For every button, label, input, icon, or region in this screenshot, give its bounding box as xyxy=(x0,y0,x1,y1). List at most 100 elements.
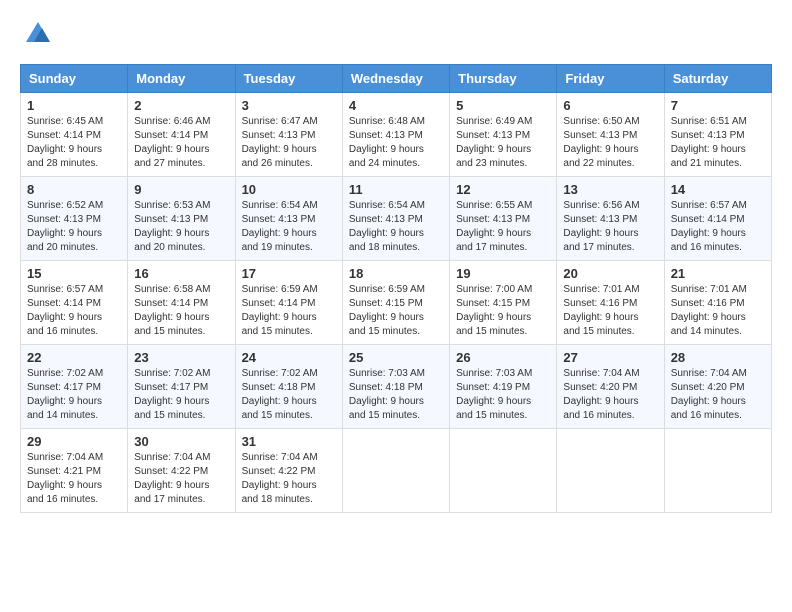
day-number: 25 xyxy=(349,350,443,365)
calendar-day-cell: 7 Sunrise: 6:51 AMSunset: 4:13 PMDaylight… xyxy=(664,93,771,177)
day-info: Sunrise: 7:01 AMSunset: 4:16 PMDaylight:… xyxy=(563,283,657,339)
calendar-week-row: 1 Sunrise: 6:45 AMSunset: 4:14 PMDaylight… xyxy=(21,93,772,177)
day-info: Sunrise: 6:59 AMSunset: 4:14 PMDaylight:… xyxy=(242,283,336,339)
day-number: 3 xyxy=(242,98,336,113)
day-number: 29 xyxy=(27,434,121,449)
day-number: 18 xyxy=(349,266,443,281)
day-number: 6 xyxy=(563,98,657,113)
day-number: 2 xyxy=(134,98,228,113)
day-info: Sunrise: 7:04 AMSunset: 4:21 PMDaylight:… xyxy=(27,451,121,507)
day-number: 17 xyxy=(242,266,336,281)
calendar-day-cell: 27 Sunrise: 7:04 AMSunset: 4:20 PMDayligh… xyxy=(557,345,664,429)
day-number: 11 xyxy=(349,182,443,197)
day-number: 22 xyxy=(27,350,121,365)
calendar-day-cell: 15 Sunrise: 6:57 AMSunset: 4:14 PMDayligh… xyxy=(21,261,128,345)
calendar-day-cell: 13 Sunrise: 6:56 AMSunset: 4:13 PMDayligh… xyxy=(557,177,664,261)
day-info: Sunrise: 6:55 AMSunset: 4:13 PMDaylight:… xyxy=(456,199,550,255)
day-info: Sunrise: 7:02 AMSunset: 4:18 PMDaylight:… xyxy=(242,367,336,423)
page-header xyxy=(20,20,772,48)
calendar-week-row: 15 Sunrise: 6:57 AMSunset: 4:14 PMDayligh… xyxy=(21,261,772,345)
day-info: Sunrise: 6:48 AMSunset: 4:13 PMDaylight:… xyxy=(349,115,443,171)
weekday-header: Wednesday xyxy=(342,65,449,93)
day-number: 7 xyxy=(671,98,765,113)
day-info: Sunrise: 6:53 AMSunset: 4:13 PMDaylight:… xyxy=(134,199,228,255)
calendar-day-cell: 31 Sunrise: 7:04 AMSunset: 4:22 PMDayligh… xyxy=(235,429,342,513)
calendar-week-row: 8 Sunrise: 6:52 AMSunset: 4:13 PMDaylight… xyxy=(21,177,772,261)
day-info: Sunrise: 6:59 AMSunset: 4:15 PMDaylight:… xyxy=(349,283,443,339)
weekday-header: Saturday xyxy=(664,65,771,93)
calendar-day-cell: 9Sunrise: 6:53 AMSunset: 4:13 PMDaylight… xyxy=(128,177,235,261)
calendar-day-cell: 11 Sunrise: 6:54 AMSunset: 4:13 PMDayligh… xyxy=(342,177,449,261)
day-info: Sunrise: 6:54 AMSunset: 4:13 PMDaylight:… xyxy=(349,199,443,255)
calendar-day-cell: 24 Sunrise: 7:02 AMSunset: 4:18 PMDayligh… xyxy=(235,345,342,429)
day-number: 24 xyxy=(242,350,336,365)
calendar-week-row: 22 Sunrise: 7:02 AMSunset: 4:17 PMDayligh… xyxy=(21,345,772,429)
day-info: Sunrise: 6:50 AMSunset: 4:13 PMDaylight:… xyxy=(563,115,657,171)
day-number: 19 xyxy=(456,266,550,281)
day-info: Sunrise: 7:02 AMSunset: 4:17 PMDaylight:… xyxy=(27,367,121,423)
calendar-day-cell: 5Sunrise: 6:49 AMSunset: 4:13 PMDaylight… xyxy=(450,93,557,177)
calendar-week-row: 29 Sunrise: 7:04 AMSunset: 4:21 PMDayligh… xyxy=(21,429,772,513)
weekday-header: Thursday xyxy=(450,65,557,93)
day-number: 16 xyxy=(134,266,228,281)
calendar-day-cell: 12Sunrise: 6:55 AMSunset: 4:13 PMDayligh… xyxy=(450,177,557,261)
day-number: 20 xyxy=(563,266,657,281)
calendar-header-row: SundayMondayTuesdayWednesdayThursdayFrid… xyxy=(21,65,772,93)
day-info: Sunrise: 7:04 AMSunset: 4:20 PMDaylight:… xyxy=(671,367,765,423)
day-number: 31 xyxy=(242,434,336,449)
day-info: Sunrise: 6:47 AMSunset: 4:13 PMDaylight:… xyxy=(242,115,336,171)
day-number: 13 xyxy=(563,182,657,197)
day-info: Sunrise: 6:54 AMSunset: 4:13 PMDaylight:… xyxy=(242,199,336,255)
day-number: 21 xyxy=(671,266,765,281)
calendar-day-cell xyxy=(557,429,664,513)
day-info: Sunrise: 6:46 AMSunset: 4:14 PMDaylight:… xyxy=(134,115,228,171)
day-info: Sunrise: 6:49 AMSunset: 4:13 PMDaylight:… xyxy=(456,115,550,171)
calendar-day-cell: 1 Sunrise: 6:45 AMSunset: 4:14 PMDaylight… xyxy=(21,93,128,177)
day-number: 28 xyxy=(671,350,765,365)
calendar-day-cell: 4 Sunrise: 6:48 AMSunset: 4:13 PMDaylight… xyxy=(342,93,449,177)
calendar-day-cell: 18 Sunrise: 6:59 AMSunset: 4:15 PMDayligh… xyxy=(342,261,449,345)
calendar-day-cell: 25 Sunrise: 7:03 AMSunset: 4:18 PMDayligh… xyxy=(342,345,449,429)
day-number: 27 xyxy=(563,350,657,365)
calendar-day-cell: 29 Sunrise: 7:04 AMSunset: 4:21 PMDayligh… xyxy=(21,429,128,513)
day-info: Sunrise: 7:04 AMSunset: 4:22 PMDaylight:… xyxy=(242,451,336,507)
day-info: Sunrise: 7:01 AMSunset: 4:16 PMDaylight:… xyxy=(671,283,765,339)
day-info: Sunrise: 7:03 AMSunset: 4:19 PMDaylight:… xyxy=(456,367,550,423)
calendar-day-cell: 30 Sunrise: 7:04 AMSunset: 4:22 PMDayligh… xyxy=(128,429,235,513)
calendar-day-cell: 16 Sunrise: 6:58 AMSunset: 4:14 PMDayligh… xyxy=(128,261,235,345)
day-info: Sunrise: 6:51 AMSunset: 4:13 PMDaylight:… xyxy=(671,115,765,171)
day-number: 15 xyxy=(27,266,121,281)
day-number: 10 xyxy=(242,182,336,197)
calendar-day-cell xyxy=(664,429,771,513)
day-number: 1 xyxy=(27,98,121,113)
day-info: Sunrise: 6:57 AMSunset: 4:14 PMDaylight:… xyxy=(671,199,765,255)
day-info: Sunrise: 6:57 AMSunset: 4:14 PMDaylight:… xyxy=(27,283,121,339)
day-number: 14 xyxy=(671,182,765,197)
day-number: 26 xyxy=(456,350,550,365)
calendar-day-cell: 6 Sunrise: 6:50 AMSunset: 4:13 PMDaylight… xyxy=(557,93,664,177)
calendar-day-cell: 20 Sunrise: 7:01 AMSunset: 4:16 PMDayligh… xyxy=(557,261,664,345)
calendar-day-cell: 2 Sunrise: 6:46 AMSunset: 4:14 PMDaylight… xyxy=(128,93,235,177)
day-number: 8 xyxy=(27,182,121,197)
weekday-header: Friday xyxy=(557,65,664,93)
calendar-day-cell: 21 Sunrise: 7:01 AMSunset: 4:16 PMDayligh… xyxy=(664,261,771,345)
calendar-day-cell: 10 Sunrise: 6:54 AMSunset: 4:13 PMDayligh… xyxy=(235,177,342,261)
day-number: 4 xyxy=(349,98,443,113)
calendar-table: SundayMondayTuesdayWednesdayThursdayFrid… xyxy=(20,64,772,513)
calendar-day-cell: 14 Sunrise: 6:57 AMSunset: 4:14 PMDayligh… xyxy=(664,177,771,261)
day-info: Sunrise: 6:56 AMSunset: 4:13 PMDaylight:… xyxy=(563,199,657,255)
calendar-day-cell: 28 Sunrise: 7:04 AMSunset: 4:20 PMDayligh… xyxy=(664,345,771,429)
day-number: 23 xyxy=(134,350,228,365)
calendar-day-cell xyxy=(450,429,557,513)
day-number: 30 xyxy=(134,434,228,449)
day-info: Sunrise: 7:04 AMSunset: 4:22 PMDaylight:… xyxy=(134,451,228,507)
day-info: Sunrise: 6:58 AMSunset: 4:14 PMDaylight:… xyxy=(134,283,228,339)
day-info: Sunrise: 6:52 AMSunset: 4:13 PMDaylight:… xyxy=(27,199,121,255)
calendar-day-cell: 8 Sunrise: 6:52 AMSunset: 4:13 PMDaylight… xyxy=(21,177,128,261)
calendar-day-cell: 22 Sunrise: 7:02 AMSunset: 4:17 PMDayligh… xyxy=(21,345,128,429)
day-info: Sunrise: 6:45 AMSunset: 4:14 PMDaylight:… xyxy=(27,115,121,171)
day-info: Sunrise: 7:00 AMSunset: 4:15 PMDaylight:… xyxy=(456,283,550,339)
day-info: Sunrise: 7:04 AMSunset: 4:20 PMDaylight:… xyxy=(563,367,657,423)
calendar-day-cell: 17 Sunrise: 6:59 AMSunset: 4:14 PMDayligh… xyxy=(235,261,342,345)
day-info: Sunrise: 7:03 AMSunset: 4:18 PMDaylight:… xyxy=(349,367,443,423)
